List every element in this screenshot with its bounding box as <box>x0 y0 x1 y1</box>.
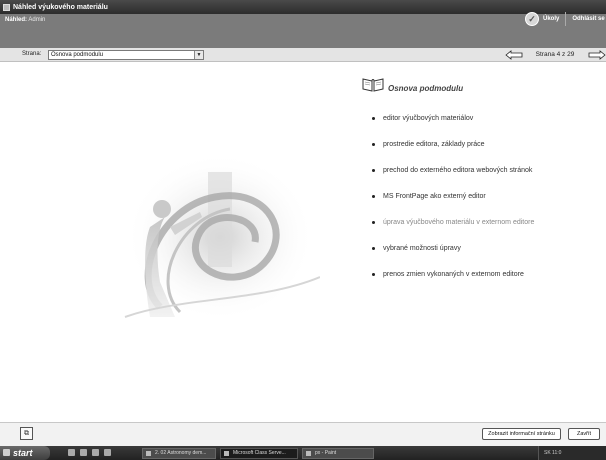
firefox-icon[interactable] <box>92 449 99 456</box>
next-page-arrow-icon[interactable] <box>588 50 606 60</box>
checkmark-icon[interactable]: ✓ <box>525 12 539 26</box>
taskbar-item[interactable]: 2. 02 Astronomy dem... <box>142 448 216 459</box>
page-counter: Strana 4 z 29 <box>535 51 575 58</box>
section-title: Osnova podmodulu <box>388 84 464 93</box>
user-value: Admin <box>28 17 46 23</box>
list-item: prechod do externého editora webových st… <box>372 166 534 192</box>
paint-icon <box>306 451 311 456</box>
header-bar <box>0 14 606 52</box>
taskbar-item[interactable]: px - Paint <box>302 448 374 459</box>
title-bar: Náhled výukového materiálu <box>0 0 606 14</box>
tasks-link[interactable]: Úkoly <box>543 16 559 22</box>
window-title: Náhled výukového materiálu <box>13 3 108 11</box>
previous-page-arrow-icon[interactable] <box>505 50 523 60</box>
user-info: Náhled: Admin <box>5 17 45 23</box>
taskbar-item[interactable]: Microsoft Class Serve... <box>220 448 298 459</box>
list-item: editor výučbových materiálov <box>372 114 534 140</box>
taskbar-item-label: 2. 02 Astronomy dem... <box>155 450 207 456</box>
start-label: start <box>13 448 33 458</box>
e-learning-logo-illustration <box>124 152 320 322</box>
show-info-page-button[interactable]: Zobrazit informační stránku <box>482 428 561 440</box>
window-icon <box>224 451 229 456</box>
open-book-icon <box>362 78 384 92</box>
tray-clock: SK 11:0 <box>544 450 562 456</box>
copy-icon[interactable]: ⧉ <box>20 427 33 440</box>
app-icon <box>3 3 10 11</box>
chevron-down-icon[interactable]: ▼ <box>194 51 203 59</box>
list-item: MS FrontPage ako externý editor <box>372 192 534 218</box>
ie-icon[interactable] <box>68 449 75 456</box>
desktop-icon[interactable] <box>104 449 111 456</box>
start-button[interactable]: start <box>0 446 50 460</box>
user-label: Náhled: <box>5 17 28 23</box>
taskbar-item-label: px - Paint <box>315 450 337 456</box>
window-icon <box>146 451 151 456</box>
page-select[interactable]: Osnova podmodulu ▼ <box>48 50 204 60</box>
header-divider <box>565 12 567 26</box>
list-item: úprava výučbového materiálu v externom e… <box>372 218 534 244</box>
page-select-value: Osnova podmodulu <box>51 52 104 58</box>
outline-list: editor výučbových materiálov prostredie … <box>372 114 534 296</box>
logout-link[interactable]: Odhlásit se <box>572 16 604 22</box>
taskbar-item-label: Microsoft Class Serve... <box>233 450 286 456</box>
app-window: Náhled výukového materiálu Náhled: Admin… <box>0 0 606 460</box>
list-item: prenos zmien vykonaných v externom edito… <box>372 270 534 296</box>
windows-logo-icon <box>3 449 10 456</box>
list-item: prostredie editora, základy práce <box>372 140 534 166</box>
media-player-icon[interactable] <box>80 449 87 456</box>
system-tray: SK 11:0 <box>538 446 606 460</box>
page-select-label: Strana: <box>22 51 42 57</box>
list-item: vybrané možnosti úpravy <box>372 244 534 270</box>
header-actions: ✓ Úkoly Odhlásit se <box>525 12 605 26</box>
close-button[interactable]: Zavřít <box>568 428 600 440</box>
